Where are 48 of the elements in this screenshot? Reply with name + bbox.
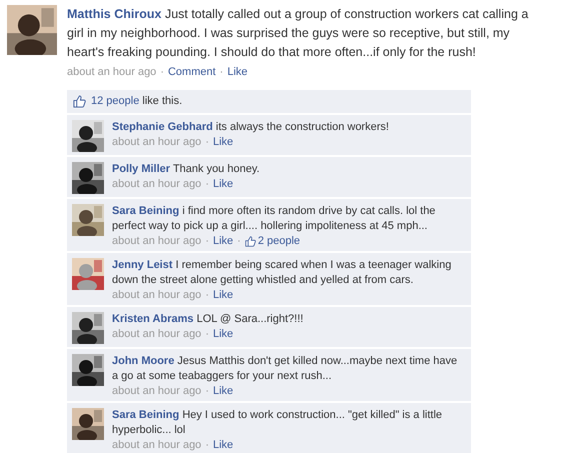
timestamp: about an hour ago [67, 65, 156, 80]
author-link[interactable]: Polly Miller [112, 163, 170, 175]
comment-text: Jenny Leist I remember being scared when I was a teenager walking down the street alone getting whistled and yelled at from cars. [112, 258, 452, 288]
comment-text: Stephanie Gebhard its always the construction workers! [112, 120, 390, 135]
timestamp: about an hour ago [112, 177, 202, 191]
separator: · [205, 384, 209, 398]
action-link[interactable]: Like [227, 64, 248, 80]
like-link[interactable]: Like [212, 438, 234, 452]
author-link[interactable]: Jenny Leist [112, 259, 173, 271]
action-link[interactable]: Comment [168, 64, 216, 80]
timestamp: about an hour ago [112, 327, 202, 341]
timestamp: about an hour ago [112, 234, 202, 248]
comment-text: Kristen Abrams LOL @ Sara...right?!!! [112, 312, 304, 327]
separator: · [237, 234, 241, 248]
like-link[interactable]: Like [212, 177, 234, 191]
separator: · [205, 288, 209, 302]
separator: · [205, 234, 209, 248]
timestamp: about an hour ago [112, 438, 202, 452]
timestamp: about an hour ago [112, 288, 202, 302]
separator: · [205, 327, 209, 341]
like-link[interactable]: Like [212, 384, 234, 398]
comment-text: Sara Beining Hey I used to work construction... "get killed" is a little hyperbolic... lol [112, 408, 444, 438]
author-link[interactable]: Sara Beining [112, 205, 180, 217]
like-link[interactable]: Like [212, 234, 234, 248]
author-link[interactable]: Matthis Chiroux [67, 7, 162, 21]
like-link[interactable]: Like [212, 288, 234, 302]
separator: · [160, 65, 164, 80]
author-link[interactable]: John Moore [112, 355, 174, 367]
likes-summary: 12 people like this. [91, 94, 182, 110]
comment-text: Polly Miller Thank you honey. [112, 162, 261, 177]
separator: · [205, 177, 209, 191]
like-link[interactable]: Like [212, 327, 234, 341]
comment-text: John Moore Jesus Matthis don't get killed now...maybe next time have a go at some teabaggers for your next rush... [112, 354, 458, 384]
separator: · [205, 438, 209, 452]
post-text: Matthis Chiroux Just totally called out a group of construction workers cat calling a girl in my neighborhood. I was surprised the guys were so receptive, but still, my heart's freaking pounding. I should do that more often...if only for the rush! [67, 6, 530, 61]
author-link[interactable]: Stephanie Gebhard [112, 121, 213, 133]
author-link[interactable]: Sara Beining [112, 409, 180, 421]
likers-link[interactable]: 2 people [244, 234, 300, 248]
comment-text: Sara Beining i find more often its random drive by cat calls. lol the perfect way to pick up a girl.... hollering impoliteness at 45 mph... [112, 204, 436, 234]
separator: · [205, 135, 209, 149]
thumbs-up-icon [244, 236, 256, 246]
separator: · [220, 65, 224, 80]
timestamp: about an hour ago [112, 384, 202, 398]
like-link[interactable]: Like [212, 135, 234, 149]
likers-link[interactable]: 12 people [91, 95, 140, 108]
timestamp: about an hour ago [112, 135, 202, 149]
author-link[interactable]: Kristen Abrams [112, 313, 194, 325]
thumbs-up-icon [73, 95, 86, 108]
